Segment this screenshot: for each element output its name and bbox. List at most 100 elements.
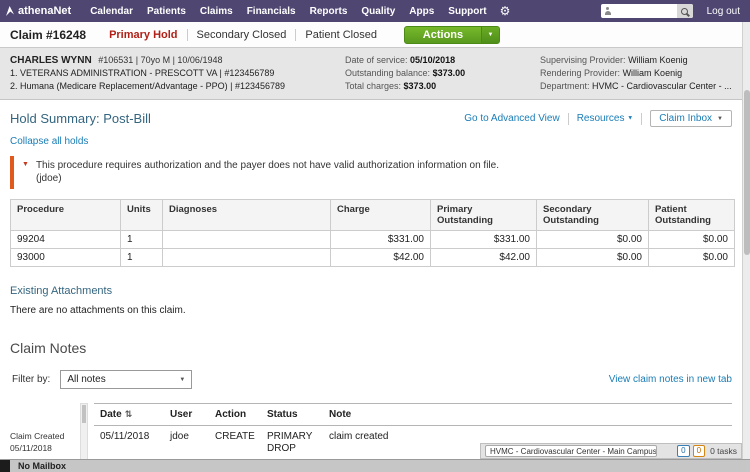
table-cell: $42.00: [431, 249, 537, 267]
hold-alert: ▼ This procedure requires authorization …: [10, 156, 732, 189]
table-cell: [163, 249, 331, 267]
badge-orange[interactable]: 0: [693, 445, 705, 457]
main-menu: Calendar Patients Claims Financials Repo…: [83, 4, 516, 18]
charges-value: $373.00: [404, 81, 437, 91]
search-icon: [681, 8, 688, 15]
actions-caret-icon[interactable]: ▼: [481, 27, 499, 43]
nav-item-support[interactable]: Support: [441, 6, 493, 17]
dos-label: Date of service:: [345, 55, 408, 65]
department-select[interactable]: HVMC - Cardiovascular Center - Main Camp…: [485, 445, 657, 457]
nav-item-quality[interactable]: Quality: [354, 6, 402, 17]
global-search[interactable]: [601, 4, 693, 18]
filter-by-label: Filter by:: [12, 374, 50, 385]
tasks-link[interactable]: 0 tasks: [710, 446, 737, 456]
table-cell: 1: [121, 249, 163, 267]
athena-logo[interactable]: athenaNet: [6, 5, 71, 17]
status-patient-closed: Patient Closed: [295, 29, 386, 41]
header-links: Go to Advanced View Resources ▼ Claim In…: [456, 110, 732, 127]
person-icon: [604, 7, 612, 15]
search-input[interactable]: [612, 5, 677, 17]
notes-col-action: Action: [209, 404, 261, 426]
table-cell: $42.00: [331, 249, 431, 267]
notes-scrollbar-thumb[interactable]: [82, 405, 86, 423]
table-cell: $0.00: [649, 231, 735, 249]
col-units: Units: [121, 200, 163, 231]
rendering-value: William Koenig: [623, 68, 683, 78]
supervising-value: William Koenig: [628, 55, 688, 65]
table-cell: 99204: [11, 231, 121, 249]
outstanding-value: $373.00: [433, 68, 466, 78]
status-primary-hold: Primary Hold: [100, 29, 186, 41]
table-cell: CREATE: [209, 426, 261, 460]
nav-item-calendar[interactable]: Calendar: [83, 6, 140, 17]
nav-item-claims[interactable]: Claims: [193, 6, 240, 17]
notes-col-user: User: [164, 404, 209, 426]
table-cell: $0.00: [649, 249, 735, 267]
table-cell: PRIMARY DROP: [261, 426, 323, 460]
main-scrollbar[interactable]: [742, 22, 750, 459]
divider: [641, 113, 642, 125]
gutter-date: 05/11/2018: [10, 442, 80, 454]
brand-name: athenaNet: [18, 5, 71, 17]
search-button[interactable]: [677, 4, 693, 18]
nav-item-financials[interactable]: Financials: [240, 6, 303, 17]
advanced-view-link[interactable]: Go to Advanced View: [456, 113, 567, 124]
charges-label: Total charges:: [345, 81, 401, 91]
nav-item-apps[interactable]: Apps: [402, 6, 441, 17]
alert-collapse-icon[interactable]: ▼: [22, 159, 29, 171]
status-bar: No Mailbox: [0, 459, 750, 472]
main-scrollbar-thumb[interactable]: [744, 90, 750, 255]
actions-button[interactable]: Actions ▼: [404, 26, 500, 44]
notes-header-row: Date⇅ User Action Status Note: [94, 404, 732, 426]
filter-selected-value: All notes: [67, 374, 105, 385]
top-nav: athenaNet Calendar Patients Claims Finan…: [0, 0, 750, 22]
col-secondary-outstanding: Secondary Outstanding: [537, 200, 649, 231]
claim-header-bar: Claim #16248 Primary Hold Secondary Clos…: [0, 22, 742, 48]
rendering-label: Rendering Provider:: [540, 68, 620, 78]
col-diagnoses: Diagnoses: [163, 200, 331, 231]
procedures-table: Procedure Units Diagnoses Charge Primary…: [10, 199, 735, 267]
hold-summary-header: Hold Summary: Post-Bill Go to Advanced V…: [10, 110, 732, 127]
col-procedure: Procedure: [11, 200, 121, 231]
insurance-secondary: 2. Humana (Medicare Replacement/Advantag…: [10, 80, 345, 93]
gutter-claim-created: Claim Created: [10, 430, 80, 442]
notes-col-status: Status: [261, 404, 323, 426]
table-cell: [163, 231, 331, 249]
athena-logo-icon: [6, 6, 14, 16]
patient-column: CHARLES WYNN #106531 | 70yo M | 10/06/19…: [10, 54, 345, 93]
dos-value: 05/10/2018: [410, 55, 455, 65]
notes-filter-select[interactable]: All notes ▼: [60, 370, 192, 389]
notes-col-date[interactable]: Date⇅: [94, 404, 164, 426]
provider-column: Supervising Provider: William Koenig Ren…: [540, 54, 732, 93]
collapse-all-holds-link[interactable]: Collapse all holds: [10, 136, 88, 147]
sort-icon[interactable]: ⇅: [125, 409, 133, 419]
department-value: HVMC - Cardiovascular Center - ...: [592, 81, 732, 91]
caret-down-icon: ▼: [627, 115, 633, 121]
athenanet-claim-page: athenaNet Calendar Patients Claims Finan…: [0, 0, 750, 472]
alert-user: (jdoe): [36, 172, 724, 185]
logout-link[interactable]: Log out: [707, 6, 740, 17]
table-cell: $0.00: [537, 231, 649, 249]
procedures-header-row: Procedure Units Diagnoses Charge Primary…: [11, 200, 735, 231]
department-label: Department:: [540, 81, 590, 91]
department-value: HVMC - Cardiovascular Center - Main Camp…: [490, 447, 657, 456]
claim-inbox-button[interactable]: Claim Inbox ▼: [650, 110, 732, 127]
patient-meta: #106531 | 70yo M | 10/06/1948: [98, 55, 222, 65]
alert-text: This procedure requires authorization an…: [36, 159, 499, 172]
view-notes-new-tab-link[interactable]: View claim notes in new tab: [609, 374, 732, 385]
caret-down-icon: ▼: [717, 116, 723, 122]
status-secondary-closed: Secondary Closed: [187, 29, 296, 41]
notes-gutter: Claim Created 05/11/2018: [10, 403, 80, 459]
table-cell: 05/11/2018: [94, 426, 164, 460]
bottom-toolbar: HVMC - Cardiovascular Center - Main Camp…: [480, 443, 742, 459]
status-badges: 0 0 0 tasks: [677, 445, 737, 457]
procedure-row: 99204 1 $331.00 $331.00 $0.00 $0.00: [11, 231, 735, 249]
nav-item-patients[interactable]: Patients: [140, 6, 193, 17]
claim-title: Claim #16248: [10, 28, 86, 42]
nav-item-reports[interactable]: Reports: [303, 6, 355, 17]
badge-blue[interactable]: 0: [677, 445, 689, 457]
gear-icon[interactable]: ⚙: [494, 4, 517, 18]
claim-inbox-label: Claim Inbox: [659, 113, 712, 124]
notes-scrollbar[interactable]: [80, 403, 88, 459]
resources-link[interactable]: Resources ▼: [569, 113, 642, 124]
